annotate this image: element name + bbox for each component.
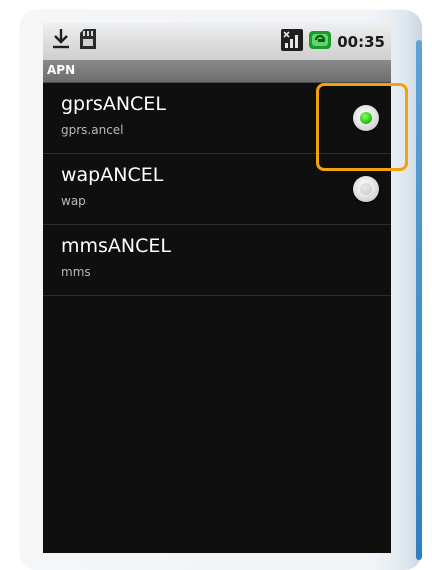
status-bar: 00:35 — [43, 23, 391, 60]
device-frame-edge — [416, 40, 422, 560]
apn-name: gprsANCEL — [61, 93, 166, 115]
apn-value: gprs.ancel — [61, 123, 124, 137]
title-bar: APN — [43, 60, 391, 83]
signal-icon — [281, 29, 304, 55]
battery-charging-icon — [309, 29, 332, 55]
apn-value: mms — [61, 265, 91, 279]
sd-card-icon — [78, 28, 98, 54]
download-icon — [52, 28, 70, 54]
apn-name: mmsANCEL — [61, 235, 171, 257]
apn-name: wapANCEL — [61, 164, 164, 186]
radio-button[interactable] — [353, 176, 379, 202]
apn-value: wap — [61, 194, 86, 208]
page-title: APN — [47, 63, 76, 77]
status-clock: 00:35 — [337, 33, 385, 51]
list-item-mmsancel[interactable]: mmsANCEL mms — [43, 225, 391, 296]
selection-highlight-box — [316, 83, 408, 171]
